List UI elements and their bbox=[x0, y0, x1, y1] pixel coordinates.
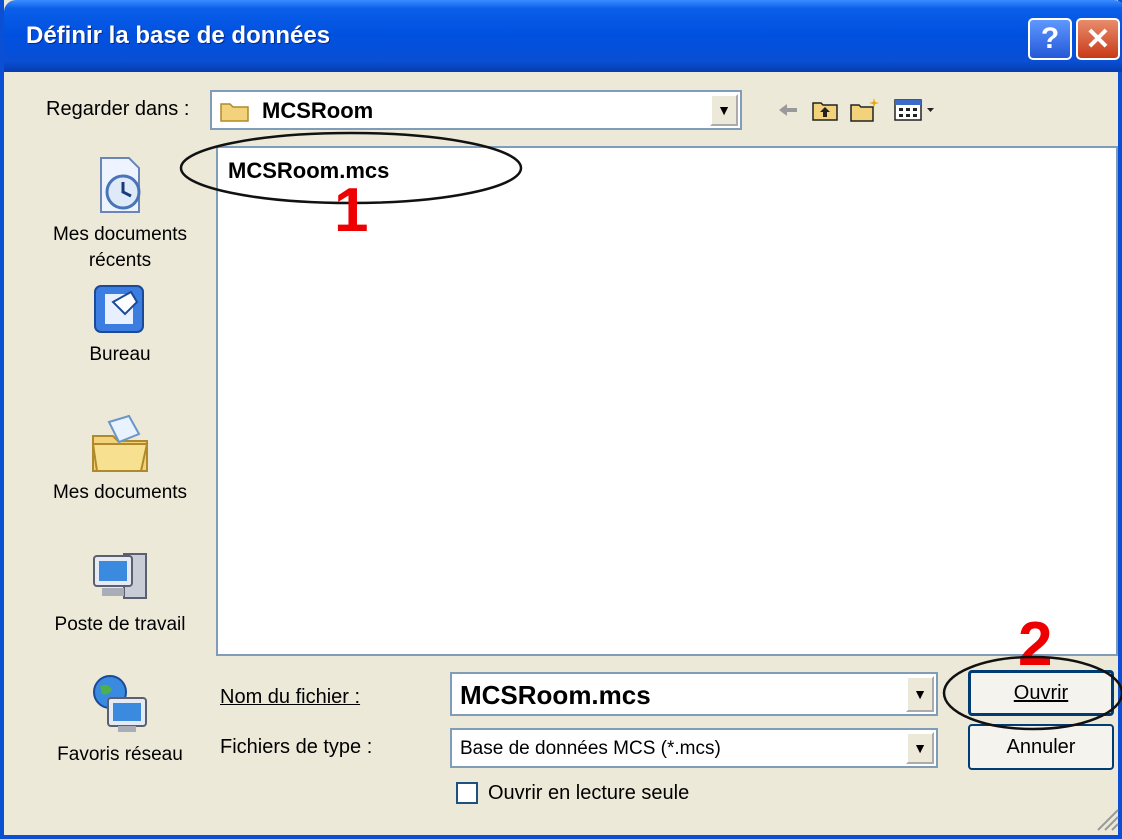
up-folder-icon[interactable] bbox=[812, 98, 838, 122]
file-name-label: Nom du fichier : bbox=[220, 686, 361, 708]
view-menu-icon[interactable] bbox=[894, 98, 936, 122]
place-label-desktop: Bureau bbox=[89, 344, 151, 365]
resize-grip-icon[interactable] bbox=[1094, 806, 1120, 832]
read-only-label[interactable]: Ouvrir en lecture seule bbox=[488, 782, 689, 805]
close-icon: ✕ bbox=[1085, 22, 1111, 56]
look-in-label: Regarder dans : bbox=[46, 98, 190, 120]
place-my-computer[interactable]: Poste de travail bbox=[34, 546, 206, 638]
desktop-icon bbox=[94, 285, 144, 333]
new-folder-icon[interactable] bbox=[850, 98, 880, 122]
chevron-down-icon[interactable]: ▼ bbox=[906, 676, 934, 712]
file-name-value: MCSRoom.mcs bbox=[460, 680, 651, 710]
file-type-value: Base de données MCS (*.mcs) bbox=[460, 738, 721, 759]
window-title: Définir la base de données bbox=[26, 22, 331, 49]
file-name-input[interactable]: MCSRoom.mcs ▼ bbox=[450, 672, 938, 716]
file-open-dialog: Définir la base de données ? ✕ Regarder … bbox=[0, 0, 1122, 839]
folder-icon bbox=[220, 103, 249, 122]
my-documents-icon bbox=[91, 414, 149, 472]
back-arrow-icon[interactable] bbox=[776, 98, 800, 122]
place-label-recent-documents: Mes documents récents bbox=[52, 224, 188, 271]
network-places-icon bbox=[93, 675, 147, 732]
place-my-documents[interactable]: Mes documents bbox=[34, 414, 206, 506]
places-bar: Mes documents récents Bureau Mes documen… bbox=[34, 134, 206, 834]
chevron-down-icon[interactable]: ▼ bbox=[906, 732, 934, 764]
recent-documents-icon bbox=[100, 157, 141, 213]
file-type-label: Fichiers de type : bbox=[220, 736, 373, 758]
help-button[interactable]: ? bbox=[1028, 18, 1072, 60]
place-label-my-documents: Mes documents bbox=[52, 482, 188, 503]
place-label-network: Favoris réseau bbox=[57, 744, 183, 765]
place-desktop[interactable]: Bureau bbox=[34, 280, 206, 368]
close-button[interactable]: ✕ bbox=[1076, 18, 1120, 60]
file-type-select[interactable]: Base de données MCS (*.mcs) ▼ bbox=[450, 728, 938, 768]
cancel-button-label: Annuler bbox=[1006, 735, 1076, 758]
read-only-checkbox[interactable] bbox=[456, 782, 478, 804]
place-network[interactable]: Favoris réseau bbox=[34, 672, 206, 768]
my-computer-icon bbox=[93, 553, 147, 599]
help-icon: ? bbox=[1040, 22, 1060, 55]
annotation-ellipse-2 bbox=[942, 655, 1122, 731]
look-in-value: MCSRoom bbox=[262, 98, 374, 123]
annotation-number-1: 1 bbox=[334, 176, 369, 245]
look-in-combobox[interactable]: MCSRoom ▼ bbox=[210, 90, 742, 130]
title-bar[interactable]: Définir la base de données ? ✕ bbox=[4, 0, 1122, 72]
chevron-down-icon[interactable]: ▼ bbox=[710, 94, 738, 126]
place-label-my-computer: Poste de travail bbox=[54, 614, 186, 635]
